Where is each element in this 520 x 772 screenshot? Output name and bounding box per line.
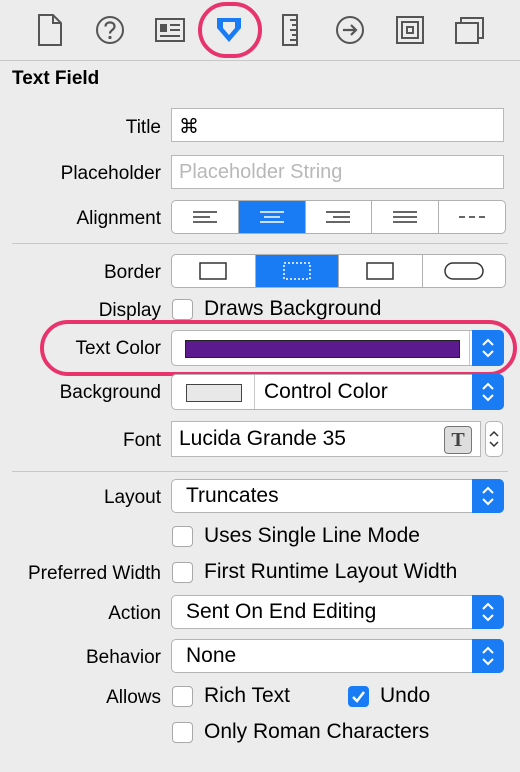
quick-help-icon[interactable] bbox=[90, 10, 130, 50]
single-line-mode-checkbox[interactable] bbox=[172, 526, 193, 547]
align-center-button[interactable] bbox=[238, 201, 306, 233]
bindings-icon[interactable] bbox=[390, 10, 430, 50]
section-divider-2 bbox=[12, 471, 508, 472]
toolbar-divider bbox=[0, 60, 520, 61]
background-stepper[interactable] bbox=[472, 374, 504, 410]
display-label: Display bbox=[98, 300, 161, 321]
first-runtime-layout-width-checkbox[interactable] bbox=[172, 562, 193, 583]
first-runtime-layout-width-label: First Runtime Layout Width bbox=[204, 560, 458, 583]
checkmark-icon bbox=[352, 691, 365, 703]
attributes-tab-highlight bbox=[198, 2, 262, 58]
rich-text-label: Rich Text bbox=[204, 684, 290, 707]
alignment-label: Alignment bbox=[76, 208, 162, 229]
border-line-button[interactable] bbox=[255, 255, 339, 287]
border-segmented-control bbox=[171, 254, 506, 288]
font-value: Lucida Grande 35 bbox=[179, 427, 346, 450]
title-label: Title bbox=[125, 117, 161, 138]
behavior-value: None bbox=[186, 644, 237, 667]
allows-label: Allows bbox=[106, 687, 161, 708]
connections-icon[interactable] bbox=[330, 10, 370, 50]
align-left-button[interactable] bbox=[172, 201, 239, 233]
undo-checkbox[interactable] bbox=[348, 686, 369, 707]
border-bezel-button[interactable] bbox=[339, 255, 423, 287]
text-color-highlight bbox=[40, 320, 517, 376]
font-size-stepper[interactable] bbox=[485, 421, 503, 457]
size-icon[interactable] bbox=[270, 10, 310, 50]
font-field: Lucida Grande 35 T bbox=[171, 421, 481, 457]
rich-text-checkbox[interactable] bbox=[172, 686, 193, 707]
border-rounded-button[interactable] bbox=[423, 255, 506, 287]
align-right-button[interactable] bbox=[306, 201, 373, 233]
behavior-label: Behavior bbox=[86, 647, 161, 668]
background-value: Control Color bbox=[264, 380, 388, 403]
behavior-popup[interactable]: None bbox=[171, 639, 504, 673]
section-divider-1 bbox=[12, 243, 508, 244]
draws-background-label: Draws Background bbox=[204, 297, 382, 320]
section-title: Text Field bbox=[12, 68, 100, 89]
undo-label: Undo bbox=[380, 684, 431, 707]
inspector-toolbar bbox=[0, 0, 520, 60]
action-stepper[interactable] bbox=[472, 595, 504, 629]
background-popup[interactable]: Control Color bbox=[171, 374, 504, 410]
layout-label: Layout bbox=[103, 487, 161, 508]
draws-background-checkbox[interactable] bbox=[172, 299, 193, 320]
only-roman-label: Only Roman Characters bbox=[204, 720, 430, 743]
font-picker-icon[interactable]: T bbox=[444, 426, 472, 454]
action-label: Action bbox=[108, 603, 161, 624]
align-natural-button[interactable] bbox=[439, 201, 505, 233]
behavior-stepper[interactable] bbox=[472, 639, 504, 673]
align-justify-button[interactable] bbox=[372, 201, 440, 233]
action-value: Sent On End Editing bbox=[186, 600, 377, 623]
alignment-segmented-control bbox=[171, 200, 506, 234]
file-inspector-icon[interactable] bbox=[30, 10, 70, 50]
action-popup[interactable]: Sent On End Editing bbox=[171, 595, 504, 629]
view-effects-icon[interactable] bbox=[450, 10, 490, 50]
title-field[interactable]: ⌘ bbox=[171, 108, 504, 142]
single-line-mode-label: Uses Single Line Mode bbox=[204, 524, 420, 547]
placeholder-label: Placeholder bbox=[60, 163, 161, 184]
layout-popup[interactable]: Truncates bbox=[171, 479, 504, 513]
placeholder-hint: Placeholder String bbox=[179, 161, 343, 183]
background-swatch bbox=[186, 384, 242, 402]
layout-stepper[interactable] bbox=[472, 479, 504, 513]
identity-icon[interactable] bbox=[150, 10, 190, 50]
layout-value: Truncates bbox=[186, 484, 279, 507]
preferred-width-label: Preferred Width bbox=[27, 563, 161, 584]
only-roman-checkbox[interactable] bbox=[172, 722, 193, 743]
title-value: ⌘ bbox=[179, 116, 199, 138]
border-label: Border bbox=[103, 262, 161, 283]
font-label: Font bbox=[122, 430, 161, 451]
placeholder-field[interactable]: Placeholder String bbox=[171, 155, 504, 189]
background-label: Background bbox=[59, 382, 161, 403]
border-none-button[interactable] bbox=[172, 255, 256, 287]
